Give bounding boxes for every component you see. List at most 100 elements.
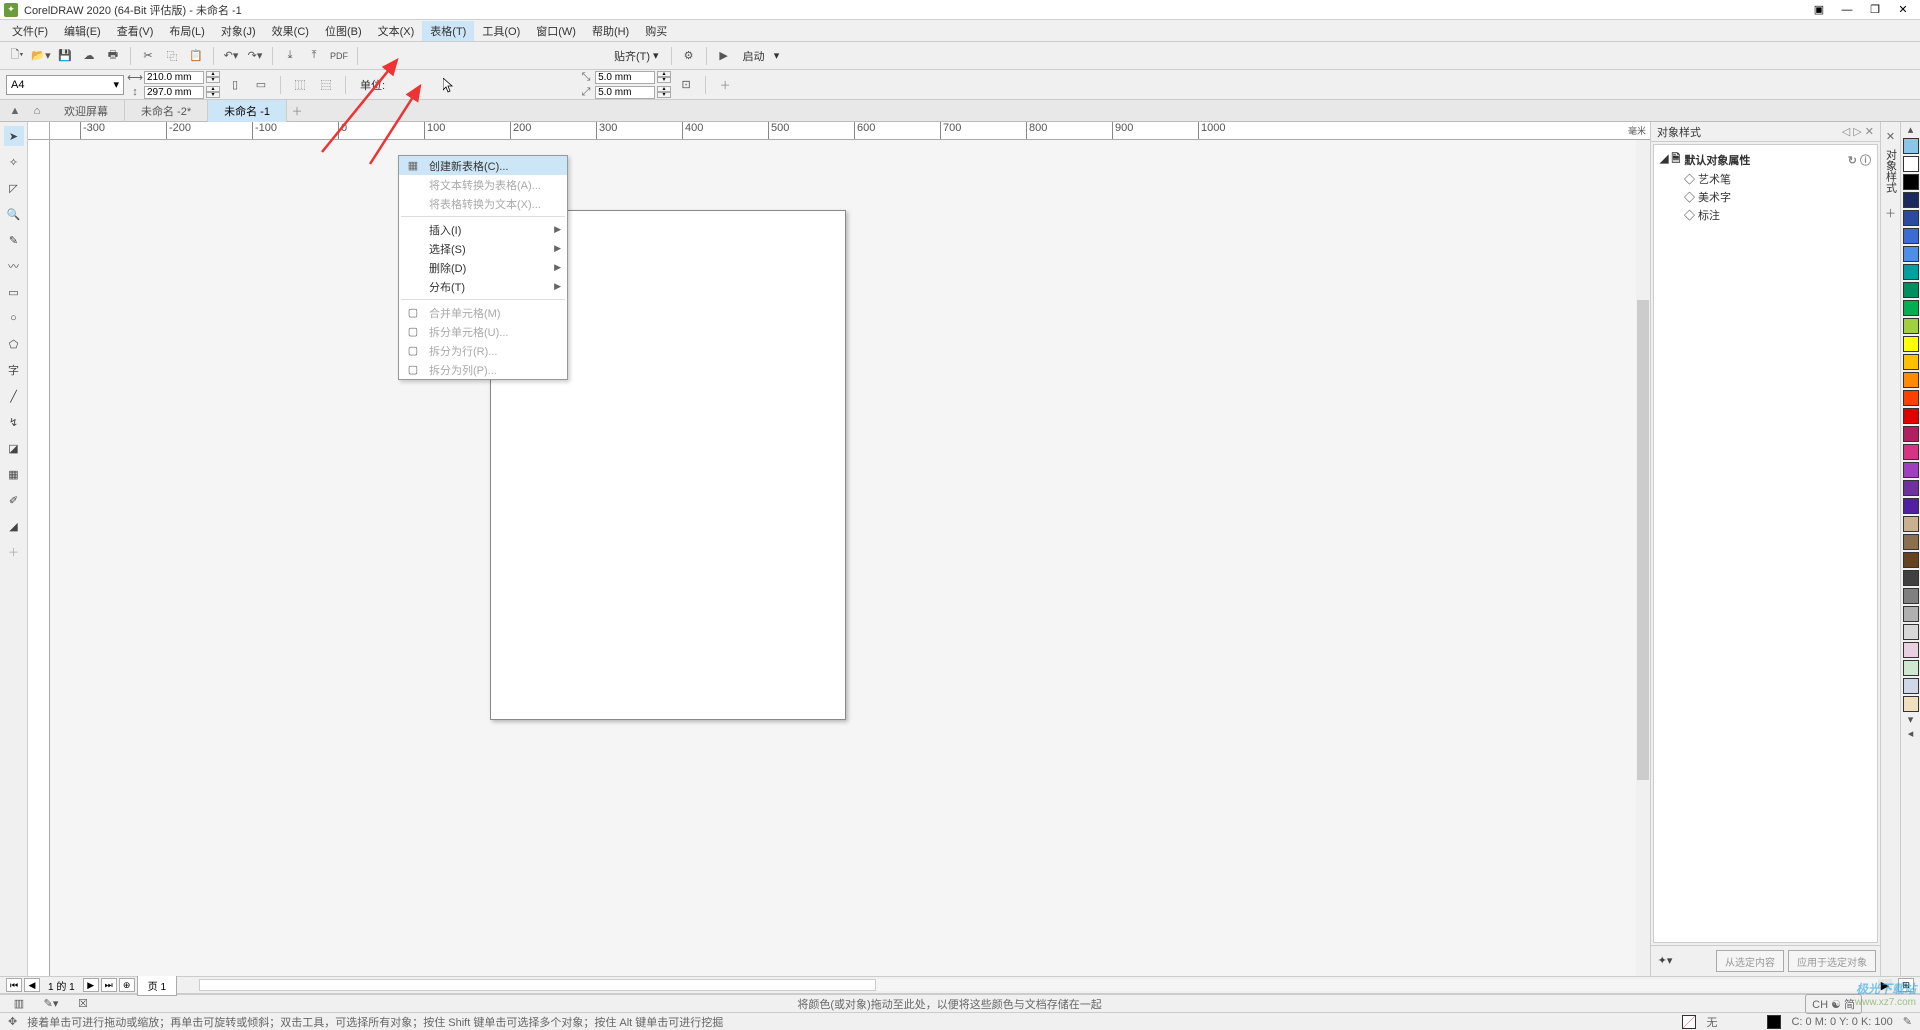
- prev-page-button[interactable]: ◀: [24, 978, 40, 992]
- menu-item-11[interactable]: 帮助(H): [584, 21, 637, 41]
- doc-tab-1[interactable]: 未命名 -2*: [125, 100, 208, 122]
- color-swatch[interactable]: [1903, 426, 1919, 442]
- polygon-tool[interactable]: ⬠: [4, 334, 24, 354]
- page-width-input[interactable]: [144, 71, 204, 84]
- menu-item-5[interactable]: 效果(C): [264, 21, 317, 41]
- color-swatch[interactable]: [1903, 228, 1919, 244]
- tree-node[interactable]: ◇ 美术字: [1660, 188, 1871, 206]
- tree-node[interactable]: ◇ 标注: [1660, 206, 1871, 224]
- new-button[interactable]: 🗋▾: [6, 45, 28, 67]
- nav-extra-button[interactable]: ⊞: [1898, 978, 1914, 992]
- rectangle-tool[interactable]: ▭: [4, 282, 24, 302]
- dock-close-icon[interactable]: ✕: [1886, 130, 1895, 143]
- no-color-icon[interactable]: ☒: [72, 993, 94, 1015]
- color-swatch[interactable]: [1903, 552, 1919, 568]
- color-swatch[interactable]: [1903, 372, 1919, 388]
- redo-button[interactable]: ↷▾: [244, 45, 266, 67]
- ellipse-tool[interactable]: ○: [4, 308, 24, 328]
- apply-to-selection-button[interactable]: 应用于选定对象: [1788, 950, 1876, 972]
- menu-item[interactable]: 选择(S)▶: [399, 239, 567, 258]
- page-layout-button[interactable]: ⿲: [289, 74, 311, 96]
- first-page-button[interactable]: ⏮: [6, 978, 22, 992]
- color-swatch[interactable]: [1903, 390, 1919, 406]
- outline-swatch[interactable]: [1767, 1015, 1781, 1029]
- tree-root[interactable]: ◢ 🗎 默认对象属性 ↻ ⓘ: [1660, 149, 1871, 170]
- styles-tree[interactable]: ◢ 🗎 默认对象属性 ↻ ⓘ ◇ 艺术笔◇ 美术字◇ 标注: [1653, 144, 1878, 943]
- crop-tool[interactable]: ◸: [4, 178, 24, 198]
- outline-pen-icon[interactable]: ✎: [1903, 1015, 1912, 1028]
- page-layout2-button[interactable]: ⿳: [315, 74, 337, 96]
- artistic-media-tool[interactable]: 〰: [4, 256, 24, 276]
- color-swatch[interactable]: [1903, 282, 1919, 298]
- pick-tool-small-icon[interactable]: ▲: [4, 101, 26, 121]
- last-page-button[interactable]: ⏭: [101, 978, 117, 992]
- menu-item-10[interactable]: 窗口(W): [528, 21, 584, 41]
- scrollbar-thumb[interactable]: [1637, 300, 1649, 780]
- color-eyedropper-tool[interactable]: ✐: [4, 490, 24, 510]
- from-selection-button[interactable]: 从选定内容: [1716, 950, 1784, 972]
- add-page-button[interactable]: ⊕: [119, 978, 135, 992]
- eyedropper-icon[interactable]: ✎▾: [40, 993, 62, 1015]
- launch-dropdown[interactable]: 启动 ▾: [737, 48, 786, 64]
- options-button[interactable]: ⚙: [678, 45, 700, 67]
- zoom-tool[interactable]: 🔍: [4, 204, 24, 224]
- export-button[interactable]: ⤒: [303, 45, 325, 67]
- shape-tool[interactable]: ✧: [4, 152, 24, 172]
- publish-pdf-button[interactable]: PDF: [327, 45, 351, 67]
- color-swatch[interactable]: [1903, 174, 1919, 190]
- ruler-vertical[interactable]: [28, 140, 50, 976]
- page-tab[interactable]: 页 1: [137, 975, 177, 996]
- undo-button[interactable]: ↶▾: [220, 45, 242, 67]
- nudge-x-input[interactable]: [595, 71, 655, 84]
- color-swatch[interactable]: [1903, 534, 1919, 550]
- color-swatch[interactable]: [1903, 264, 1919, 280]
- parallel-dim-tool[interactable]: ╱: [4, 386, 24, 406]
- maximize-button[interactable]: ❐: [1868, 3, 1882, 17]
- new-doc-tab[interactable]: ＋: [287, 103, 307, 119]
- menu-item-6[interactable]: 位图(B): [317, 21, 370, 41]
- canvas[interactable]: [50, 140, 1650, 976]
- palette-up-arrow[interactable]: ▴: [1908, 122, 1914, 136]
- menu-item-9[interactable]: 工具(O): [474, 21, 528, 41]
- menu-item-7[interactable]: 文本(X): [370, 21, 423, 41]
- menu-item-0[interactable]: 文件(F): [4, 21, 56, 41]
- color-swatch[interactable]: [1903, 642, 1919, 658]
- color-swatch[interactable]: [1903, 588, 1919, 604]
- color-swatch[interactable]: [1903, 210, 1919, 226]
- color-swatch[interactable]: [1903, 192, 1919, 208]
- menu-item-2[interactable]: 查看(V): [109, 21, 162, 41]
- interactive-fill-tool[interactable]: ◢: [4, 516, 24, 536]
- snap-dropdown[interactable]: 贴齐(T) ▾: [608, 48, 665, 64]
- open-button[interactable]: 📂▾: [30, 45, 52, 67]
- minimize-button[interactable]: —: [1840, 3, 1854, 17]
- paste-button[interactable]: 📋: [185, 45, 207, 67]
- connector-tool[interactable]: ↯: [4, 412, 24, 432]
- menu-item[interactable]: 插入(I)▶: [399, 220, 567, 239]
- scroll-right-button[interactable]: ▶: [1878, 979, 1892, 991]
- color-swatch[interactable]: [1903, 462, 1919, 478]
- menu-item[interactable]: 删除(D)▶: [399, 258, 567, 277]
- color-swatch[interactable]: [1903, 318, 1919, 334]
- menu-item-3[interactable]: 布局(L): [161, 21, 212, 41]
- color-swatch[interactable]: [1903, 696, 1919, 712]
- color-swatch[interactable]: [1903, 156, 1919, 172]
- palette-down-arrow[interactable]: ▾: [1908, 712, 1914, 726]
- save-button[interactable]: 💾: [54, 45, 76, 67]
- menu-item[interactable]: 分布(T)▶: [399, 277, 567, 296]
- color-swatch[interactable]: [1903, 138, 1919, 154]
- color-swatch[interactable]: [1903, 498, 1919, 514]
- freehand-tool[interactable]: ✎: [4, 230, 24, 250]
- import-button[interactable]: ⤓: [279, 45, 301, 67]
- close-button[interactable]: ✕: [1896, 3, 1910, 17]
- add-tool[interactable]: ＋: [4, 542, 24, 562]
- color-swatch[interactable]: [1903, 480, 1919, 496]
- menu-item-12[interactable]: 购买: [637, 21, 675, 41]
- nudge-y-input[interactable]: [595, 86, 655, 99]
- menu-item-8[interactable]: 表格(T): [422, 21, 474, 41]
- duplicate-distance-button[interactable]: ⊡: [675, 74, 697, 96]
- panel-controls[interactable]: ◁ ▷ ✕: [1842, 125, 1874, 138]
- palette-expand-arrow[interactable]: ◂: [1908, 726, 1914, 740]
- text-tool[interactable]: 字: [4, 360, 24, 380]
- color-swatch[interactable]: [1903, 300, 1919, 316]
- copy-button[interactable]: ⿻: [161, 45, 183, 67]
